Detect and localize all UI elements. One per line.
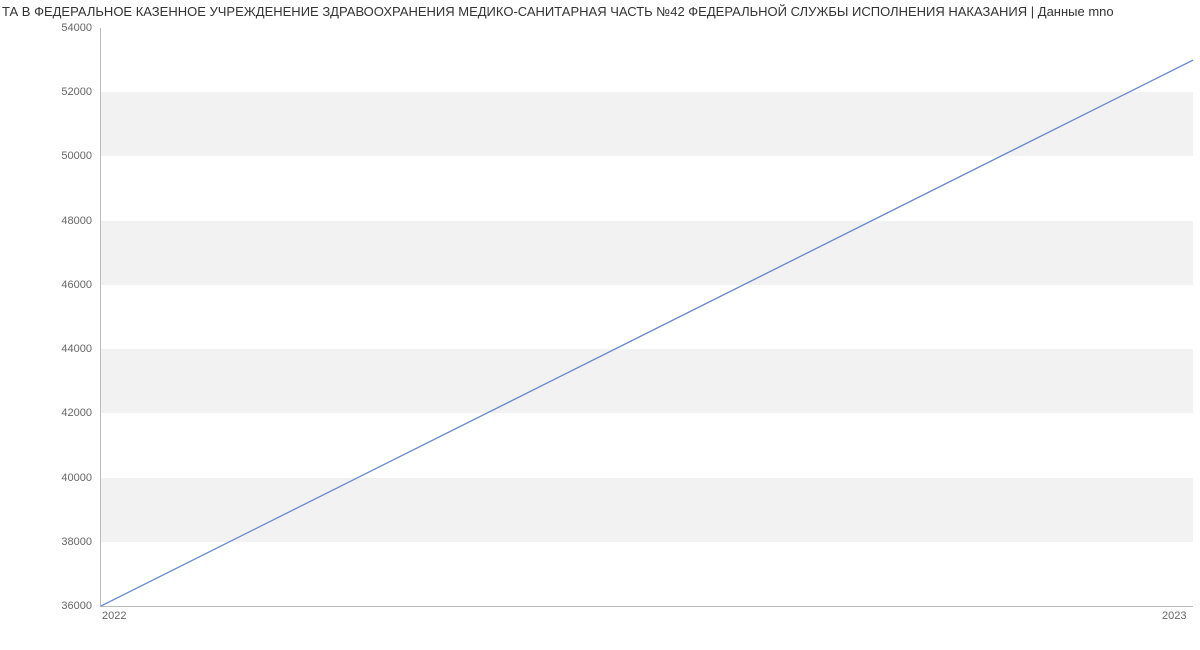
y-tick-label: 54000 bbox=[12, 22, 92, 34]
x-tick-label: 2023 bbox=[1162, 610, 1186, 622]
chart-title: ТА В ФЕДЕРАЛЬНОЕ КАЗЕННОЕ УЧРЕЖДЕНЕНИЕ З… bbox=[0, 4, 1200, 19]
line-series bbox=[101, 28, 1193, 606]
y-tick-label: 42000 bbox=[12, 407, 92, 419]
plot-area bbox=[100, 28, 1193, 607]
y-tick-label: 40000 bbox=[12, 472, 92, 484]
x-tick-label: 2022 bbox=[102, 610, 126, 622]
y-tick-label: 38000 bbox=[12, 536, 92, 548]
y-tick-label: 46000 bbox=[12, 279, 92, 291]
y-tick-label: 50000 bbox=[12, 150, 92, 162]
y-tick-label: 36000 bbox=[12, 600, 92, 612]
y-tick-label: 52000 bbox=[12, 86, 92, 98]
y-tick-label: 44000 bbox=[12, 343, 92, 355]
y-tick-label: 48000 bbox=[12, 215, 92, 227]
